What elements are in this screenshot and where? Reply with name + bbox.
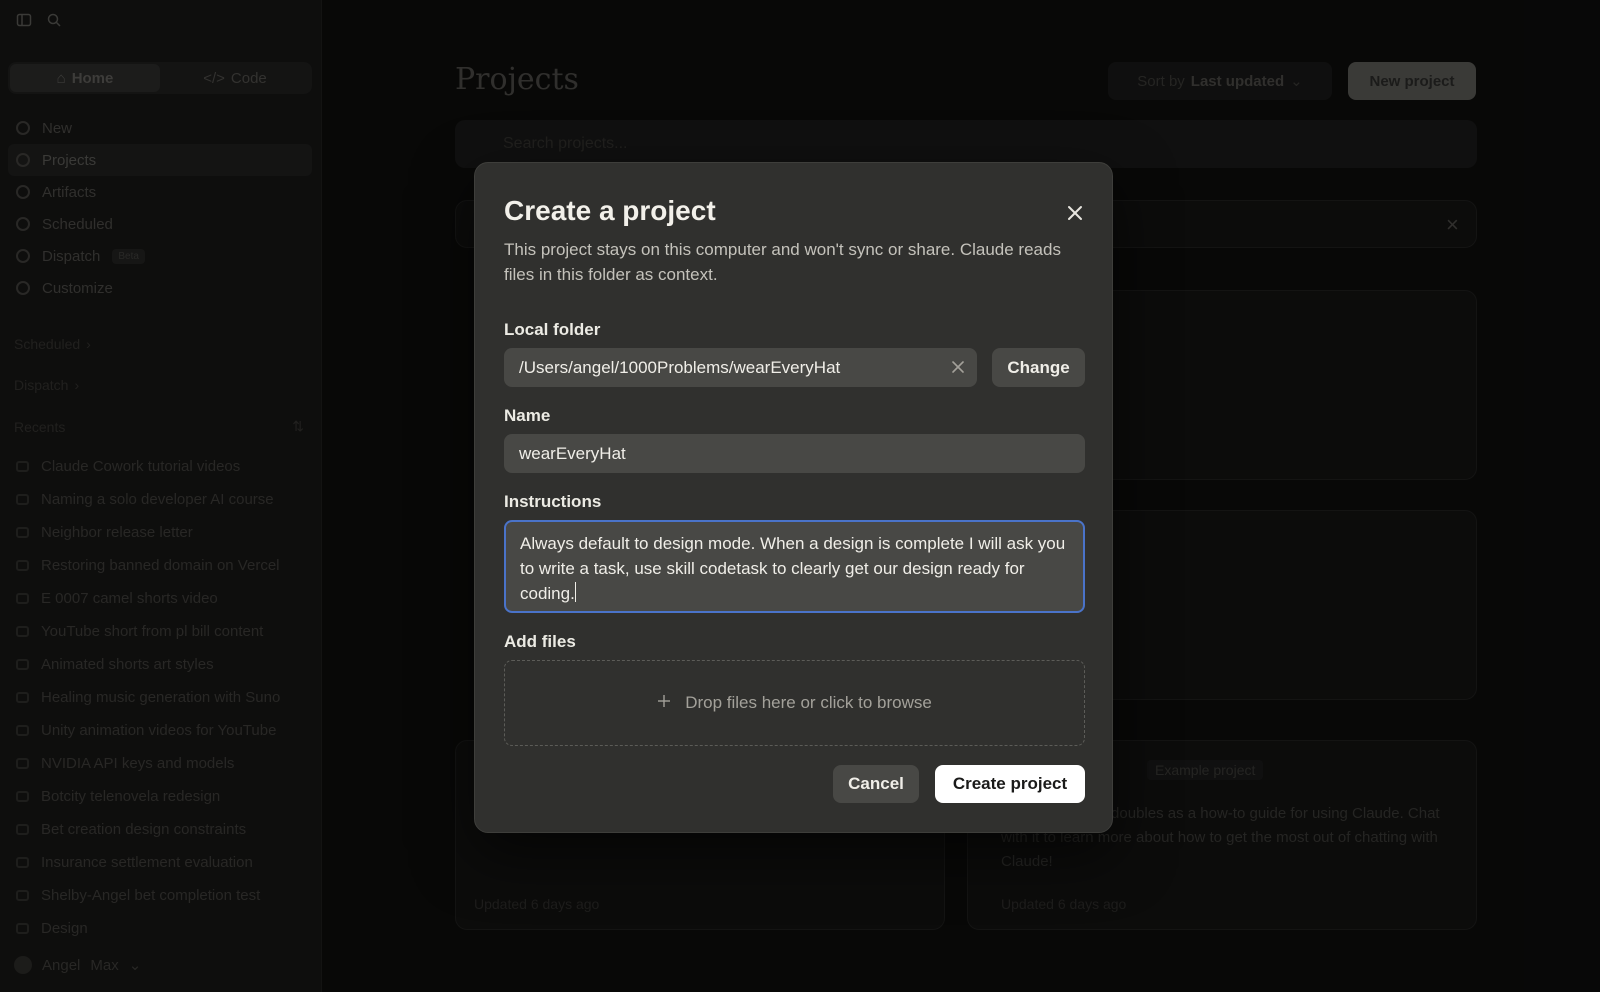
folder-label: Local folder xyxy=(504,320,601,339)
cancel-button[interactable]: Cancel xyxy=(833,765,919,803)
text-caret xyxy=(574,582,576,602)
create-project-button[interactable]: Create project xyxy=(935,765,1085,803)
folder-path-field[interactable]: /Users/angel/1000Problems/wearEveryHat xyxy=(504,348,977,387)
folder-path-value: /Users/angel/1000Problems/wearEveryHat xyxy=(519,357,841,377)
add-files-label: Add files xyxy=(504,632,576,651)
instructions-textarea[interactable]: Always default to design mode. When a de… xyxy=(504,520,1085,613)
name-field[interactable]: wearEveryHat xyxy=(504,434,1085,473)
dropzone-text: Drop files here or click to browse xyxy=(685,693,932,712)
create-project-dialog: Create a project This project stays on t… xyxy=(474,162,1113,833)
dialog-description: This project stays on this computer and … xyxy=(504,240,1061,284)
plus-icon xyxy=(657,693,671,713)
app-window: ⌂ Home </> Code New Projects Artifacts Sch… xyxy=(0,0,1600,992)
instructions-value: Always default to design mode. When a de… xyxy=(520,534,1066,603)
file-dropzone[interactable]: Drop files here or click to browse xyxy=(504,660,1085,746)
clear-icon[interactable] xyxy=(949,358,967,376)
close-icon[interactable] xyxy=(1063,201,1087,225)
change-folder-button[interactable]: Change xyxy=(992,348,1085,387)
name-value: wearEveryHat xyxy=(519,443,626,463)
dialog-title: Create a project xyxy=(504,195,716,226)
name-label: Name xyxy=(504,406,551,425)
instructions-label: Instructions xyxy=(504,492,602,511)
